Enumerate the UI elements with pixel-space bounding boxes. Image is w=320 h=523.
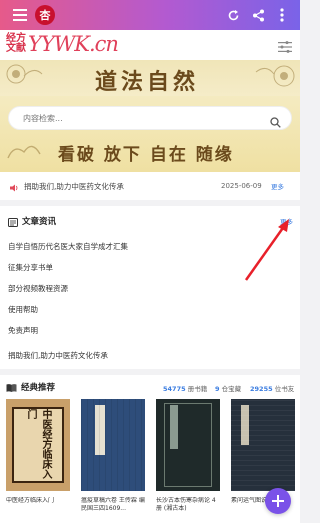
article-item[interactable]: 部分视频教程资源	[0, 278, 300, 299]
book-cover[interactable]	[81, 399, 145, 491]
book-card[interactable]: 瘟疫草稿六卷 王传霖 编 民国三四1609...	[81, 399, 145, 513]
stat-treasures-label: 仓宝藏	[221, 385, 242, 393]
flower-ornament-right-icon	[255, 65, 295, 87]
book-cover-title: 中医经方临床入门	[12, 407, 64, 483]
book-cover[interactable]: 中医经方临床入门	[6, 399, 70, 491]
classics-title: 经典推荐	[21, 383, 56, 393]
speaker-icon	[10, 177, 19, 196]
book-list: 中医经方临床入门 中医经方临床入门 瘟疫草稿六卷 王传霖 编 民国三四1609.…	[6, 399, 295, 513]
classics-section: 经典推荐 54775 册书籍 9 仓宝藏 29255 位书友 中医经方临床入门 …	[0, 375, 300, 523]
book-icon	[6, 378, 17, 397]
menu-icon[interactable]	[9, 0, 31, 30]
flower-ornament-left-icon	[6, 64, 43, 84]
brand-row: 经方 文献 YYWK.cn	[0, 30, 300, 60]
book-card[interactable]: 长沙古本伤寒杂病论 4册 (湘古本)	[156, 399, 220, 513]
articles-section: 文章资讯 更多 自学自悟历代名医大家自学成才汇集 征集分享书单 部分视频教程资源…	[0, 206, 300, 369]
search-input[interactable]	[23, 113, 263, 123]
banner-calligraphy-top: 道法自然	[95, 69, 200, 95]
share-icon[interactable]	[247, 0, 269, 30]
hero-banner: 道法自然 看破 放下 自在 随缘	[0, 60, 300, 172]
search-icon[interactable]	[270, 113, 281, 132]
stat-books-num: 54775	[163, 385, 186, 393]
book-cover[interactable]	[231, 399, 295, 491]
svg-text:杏: 杏	[39, 8, 52, 22]
book-title[interactable]: 瘟疫草稿六卷 王传霖 编 民国三四1609...	[81, 497, 145, 513]
article-item[interactable]: 自学自悟历代名医大家自学成才汇集	[0, 236, 300, 257]
notice-text[interactable]: 捐助我们,助力中医药文化传承	[24, 181, 124, 192]
top-app-bar: 杏	[0, 0, 300, 30]
stat-books-label: 册书籍	[187, 385, 208, 393]
refresh-icon[interactable]	[222, 0, 244, 30]
book-title[interactable]: 长沙古本伤寒杂病论 4册 (湘古本)	[156, 497, 220, 513]
stat-users: 29255 位书友	[250, 383, 294, 393]
article-item[interactable]: 征集分享书单	[0, 257, 300, 278]
article-item[interactable]: 捐助我们,助力中医药文化传承	[0, 341, 300, 369]
book-title[interactable]: 中医经方临床入门	[6, 497, 70, 513]
stat-treasures: 9 仓宝藏	[215, 383, 241, 393]
article-item[interactable]: 免责声明	[0, 320, 300, 341]
more-options-icon[interactable]	[271, 0, 293, 30]
logo-cn-line2: 文献	[6, 43, 26, 54]
add-fab-button[interactable]	[265, 488, 291, 514]
article-book-icon	[8, 212, 18, 231]
stat-books: 54775 册书籍	[163, 383, 207, 393]
stat-users-label: 位书友	[274, 385, 295, 393]
logo-seal-icon: 杏	[33, 3, 57, 27]
stat-treasures-num: 9	[215, 385, 220, 393]
logo-en: YYWK.cn	[28, 32, 119, 56]
book-card[interactable]: 中医经方临床入门 中医经方临床入门	[6, 399, 70, 513]
search-bar[interactable]	[8, 106, 292, 130]
notice-bar[interactable]: 捐助我们,助力中医药文化传承 2025-06-09 更多	[0, 172, 300, 200]
notice-date: 2025-06-09	[221, 182, 262, 190]
site-logo[interactable]: 经方 文献 YYWK.cn	[6, 32, 119, 56]
stat-users-num: 29255	[250, 385, 273, 393]
article-item[interactable]: 使用帮助	[0, 299, 300, 320]
articles-title: 文章资讯	[22, 217, 57, 227]
banner-calligraphy-bottom: 看破 放下 自在 随缘	[58, 145, 234, 165]
notice-more-link[interactable]: 更多	[271, 181, 284, 191]
cloud-ornament-icon	[7, 145, 41, 159]
articles-more-link[interactable]: 更多	[280, 216, 293, 226]
filter-settings-icon[interactable]	[278, 38, 292, 57]
plus-icon	[272, 495, 284, 507]
logo-cn: 经方 文献	[6, 34, 26, 54]
book-cover[interactable]	[156, 399, 220, 491]
articles-header: 文章资讯 更多	[0, 206, 300, 236]
